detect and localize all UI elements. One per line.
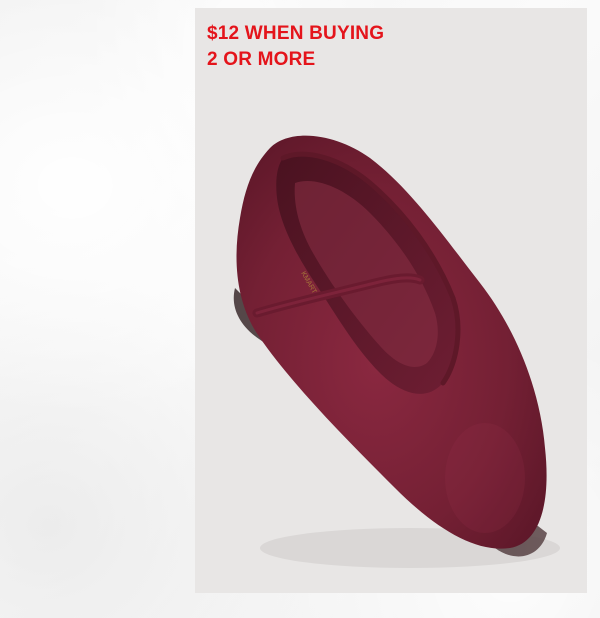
ballet-flat-shoe-image[interactable]: KMART — [195, 8, 587, 593]
promo-line-1: $12 WHEN BUYING — [207, 23, 385, 44]
promo-badge: $12 WHEN BUYING 2 OR MORE — [207, 21, 384, 73]
product-card[interactable]: $12 WHEN BUYING 2 OR MORE KMART — [195, 8, 587, 593]
promo-line-2: 2 OR MORE — [207, 49, 316, 70]
